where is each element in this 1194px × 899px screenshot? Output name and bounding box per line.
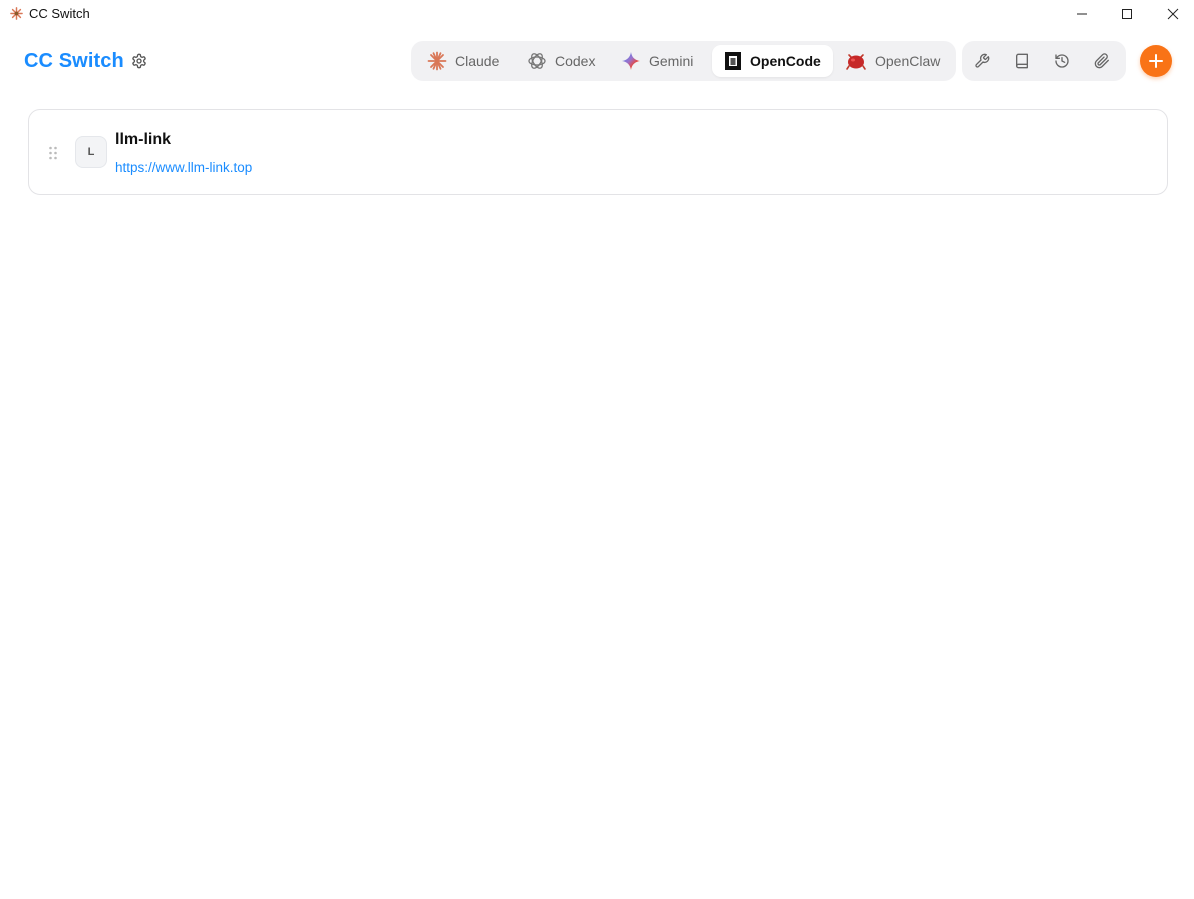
app-brand-title: CC Switch bbox=[24, 50, 124, 72]
docs-button[interactable] bbox=[1012, 51, 1032, 71]
opencode-icon bbox=[725, 52, 741, 70]
maximize-button[interactable] bbox=[1104, 0, 1150, 28]
openai-icon bbox=[528, 53, 546, 69]
tools-button[interactable] bbox=[972, 51, 992, 71]
tab-codex-label: Codex bbox=[555, 53, 596, 69]
tab-opencode[interactable]: OpenCode bbox=[712, 45, 833, 77]
tab-gemini-label: Gemini bbox=[649, 53, 694, 69]
gemini-icon bbox=[622, 52, 640, 70]
plus-icon bbox=[1149, 54, 1163, 68]
history-icon bbox=[1055, 54, 1069, 68]
attachments-button[interactable] bbox=[1092, 51, 1112, 71]
minimize-button[interactable] bbox=[1059, 0, 1105, 28]
minimize-icon bbox=[1077, 13, 1087, 15]
settings-button[interactable] bbox=[129, 51, 149, 71]
app-logo-icon bbox=[10, 7, 23, 20]
provider-url-link[interactable]: https://www.llm-link.top bbox=[115, 160, 252, 175]
tab-openclaw[interactable]: OpenClaw bbox=[833, 45, 952, 77]
history-button[interactable] bbox=[1052, 51, 1072, 71]
openclaw-icon bbox=[846, 54, 866, 70]
claude-icon bbox=[427, 51, 447, 71]
provider-avatar: L bbox=[75, 136, 107, 168]
tools-group bbox=[962, 41, 1126, 81]
provider-name: llm-link bbox=[115, 131, 172, 148]
provider-card[interactable]: L llm-link https://www.llm-link.top bbox=[28, 109, 1168, 195]
window-title: CC Switch bbox=[29, 6, 90, 21]
tab-claude-label: Claude bbox=[455, 53, 500, 69]
tab-opencode-label: OpenCode bbox=[750, 53, 821, 69]
close-icon bbox=[1167, 8, 1179, 20]
add-provider-button[interactable] bbox=[1140, 45, 1172, 77]
book-icon bbox=[1016, 53, 1028, 69]
tab-openclaw-label: OpenClaw bbox=[875, 53, 941, 69]
tab-claude[interactable]: Claude bbox=[415, 45, 511, 77]
close-button[interactable] bbox=[1150, 0, 1194, 28]
tab-gemini[interactable]: Gemini bbox=[609, 45, 705, 77]
paperclip-icon bbox=[1094, 53, 1109, 69]
app-tabs: Claude Codex Gemini OpenCode OpenClaw bbox=[411, 41, 956, 81]
maximize-icon bbox=[1122, 9, 1132, 19]
drag-handle-icon[interactable] bbox=[48, 146, 58, 160]
tab-codex[interactable]: Codex bbox=[515, 45, 607, 77]
title-bar: CC Switch bbox=[0, 0, 1194, 28]
wrench-icon bbox=[975, 53, 990, 68]
gear-icon bbox=[132, 53, 146, 69]
